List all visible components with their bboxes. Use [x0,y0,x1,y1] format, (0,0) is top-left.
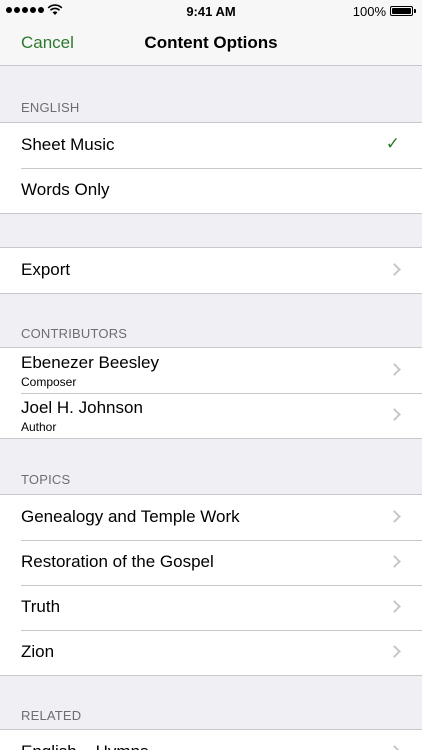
chevron-right-icon [388,600,401,613]
export-label: Export [21,260,71,279]
related-label: English – Hymns [21,742,149,750]
topic-label: Genealogy and Temple Work [21,507,240,526]
contributors-group: Ebenezer Beesley Composer Joel H. Johnso… [0,347,422,439]
section-header-related: RELATED [21,708,82,723]
option-words-only[interactable]: Words Only [0,168,422,213]
contributor-row[interactable]: Ebenezer Beesley Composer [0,348,422,393]
topic-row[interactable]: Restoration of the Gospel [0,540,422,585]
battery-icon [390,6,416,16]
option-sheet-music[interactable]: Sheet Music ✓ [0,123,422,168]
chevron-right-icon [388,510,401,523]
topic-row[interactable]: Genealogy and Temple Work [0,495,422,540]
export-group: Export [0,247,422,294]
option-label: Sheet Music [21,135,115,154]
chevron-right-icon [388,408,401,421]
section-header-english: ENGLISH [21,100,80,115]
topics-group: Genealogy and Temple Work Restoration of… [0,494,422,676]
contributor-name: Ebenezer Beesley [21,353,159,372]
option-label: Words Only [21,180,110,199]
topic-row[interactable]: Zion [0,630,422,675]
related-row[interactable]: English – Hymns [0,730,422,750]
topic-label: Restoration of the Gospel [21,552,214,571]
chevron-right-icon [388,555,401,568]
topic-label: Truth [21,597,61,616]
chevron-right-icon [388,363,401,376]
section-header-topics: TOPICS [21,472,71,487]
contributor-row[interactable]: Joel H. Johnson Author [0,393,422,438]
battery-percent: 100% [352,4,386,19]
contributor-role: Composer [21,375,77,389]
chevron-right-icon [388,263,401,276]
english-options-group: Sheet Music ✓ Words Only [0,122,422,214]
export-row[interactable]: Export [0,248,422,293]
topic-row[interactable]: Truth [0,585,422,630]
section-header-contributors: CONTRIBUTORS [21,326,128,341]
page-title: Content Options [144,33,278,52]
related-group: English – Hymns [0,729,422,750]
contributor-role: Author [21,420,57,434]
chevron-right-icon [388,645,401,658]
topic-label: Zion [21,642,55,661]
status-bar: 9:41 AM 100% [0,0,422,22]
checkmark-icon: ✓ [385,134,400,153]
chevron-right-icon [388,745,401,750]
contributor-name: Joel H. Johnson [21,398,143,417]
navigation-bar: Cancel Content Options [0,22,422,66]
